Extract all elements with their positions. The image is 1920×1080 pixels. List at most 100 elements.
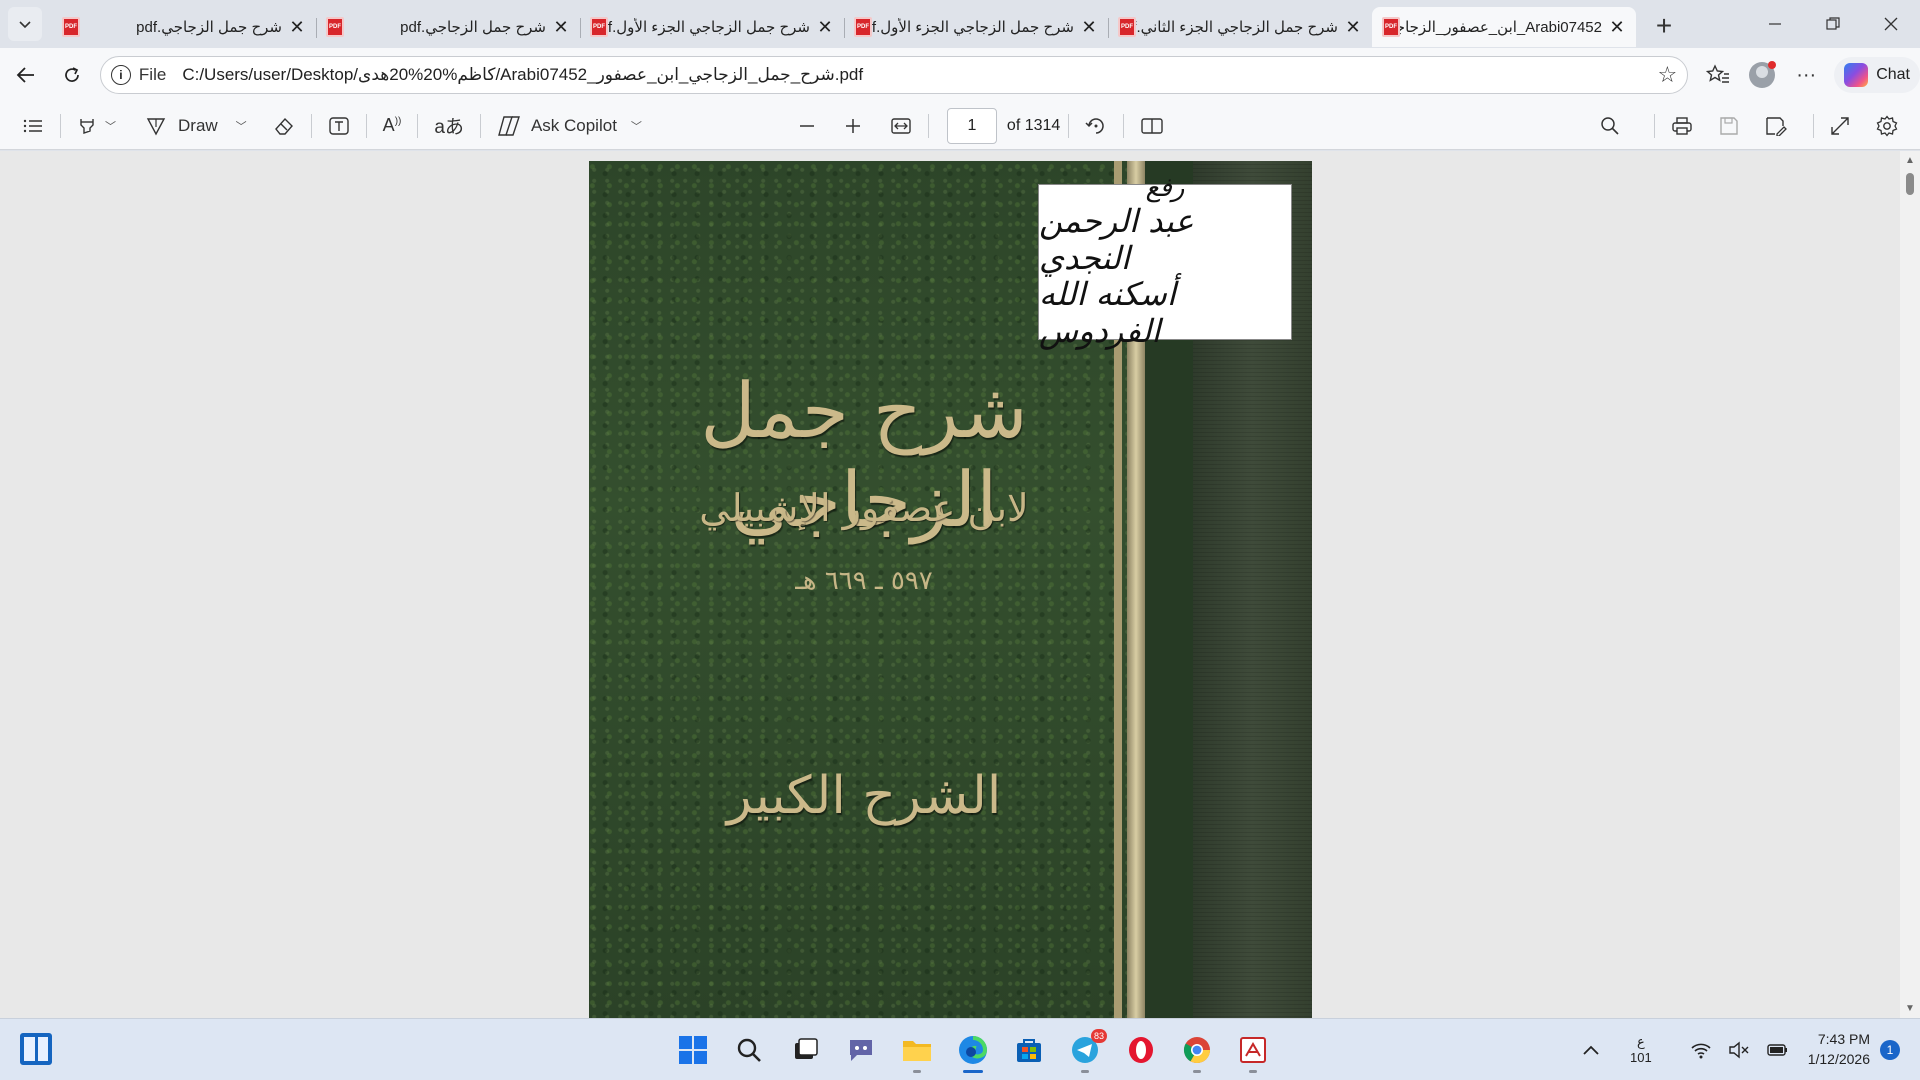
save-as-button[interactable] <box>1757 108 1795 144</box>
zoom-out-button[interactable] <box>790 108 824 144</box>
chevron-down-icon[interactable]: ﹀ <box>236 118 247 134</box>
tab-pdf-4[interactable]: PDF شرح جمل الزجاجي الجزء الأول.pdf ✕ <box>844 7 1108 47</box>
battery-button[interactable] <box>1758 1041 1798 1059</box>
save-button[interactable] <box>1711 108 1747 144</box>
scroll-thumb[interactable] <box>1906 173 1914 195</box>
minimize-button[interactable] <box>1746 0 1804 48</box>
microsoft-store-app[interactable] <box>1001 1025 1057 1075</box>
rotate-icon <box>1085 117 1105 134</box>
chevron-down-icon[interactable]: ﹀ <box>105 118 116 134</box>
file-explorer-app[interactable] <box>889 1025 945 1075</box>
translate-button[interactable]: aあ <box>426 108 472 144</box>
info-icon[interactable]: i <box>110 65 131 85</box>
ime-script: ع <box>1636 1034 1645 1050</box>
reload-button[interactable] <box>52 55 92 95</box>
clock[interactable]: 7:43 PM 1/12/2026 <box>1798 1030 1880 1069</box>
copilot-chat-button[interactable]: Chat <box>1834 57 1920 93</box>
close-tab-button[interactable]: ✕ <box>816 17 834 37</box>
pdf-reader-app[interactable] <box>1225 1025 1281 1075</box>
ask-copilot-button[interactable]: Ask Copilot ﹀ <box>489 108 650 144</box>
chevron-up-icon <box>1583 1045 1599 1055</box>
pdf-viewer[interactable]: رفع عبد الرحمن النجدي أسكنه الله الفردوس… <box>0 151 1900 1018</box>
tab-actions-button[interactable] <box>8 7 42 41</box>
search-button[interactable] <box>1592 108 1628 144</box>
read-aloud-icon: A)) <box>382 115 402 135</box>
more-dots-icon: ··· <box>1796 63 1817 86</box>
contents-button[interactable] <box>14 108 52 144</box>
tab-pdf-active[interactable]: PDF Arabi07452_ابن_عصفور_الزجاجي ✕ <box>1372 7 1636 47</box>
zoom-in-button[interactable] <box>836 108 870 144</box>
divider <box>1654 113 1655 138</box>
vertical-scrollbar[interactable]: ▲ ▼ <box>1900 151 1920 1018</box>
edge-browser-app[interactable] <box>945 1025 1001 1075</box>
opera-app[interactable] <box>1113 1025 1169 1075</box>
close-tab-button[interactable]: ✕ <box>288 17 306 37</box>
search-taskbar-button[interactable] <box>721 1025 777 1075</box>
tab-pdf-2[interactable]: PDF شرح جمل الزجاجي.pdf ✕ <box>316 7 580 47</box>
tab-pdf-5[interactable]: PDF شرح جمل الزجاجي الجزء الثاني.pdf ✕ <box>1108 7 1372 47</box>
back-button[interactable] <box>6 55 46 95</box>
plus-icon <box>845 118 860 133</box>
highlight-button[interactable]: ﹀ <box>69 108 124 144</box>
tab-title: شرح جمل الزجاجي الجزء الثاني.pdf <box>1136 19 1338 36</box>
chrome-app[interactable] <box>1169 1025 1225 1075</box>
printer-icon <box>1672 116 1692 135</box>
task-view-button[interactable] <box>777 1025 833 1075</box>
close-tab-button[interactable]: ✕ <box>1344 17 1362 37</box>
page-number-input[interactable]: 1 <box>946 107 997 144</box>
clock-date: 1/12/2026 <box>1807 1051 1870 1067</box>
divider <box>1813 113 1814 138</box>
fullscreen-button[interactable] <box>1822 108 1858 144</box>
save-disk-icon <box>1720 116 1738 135</box>
favorites-button[interactable] <box>1696 55 1740 95</box>
more-menu-button[interactable]: ··· <box>1784 55 1828 95</box>
rotate-button[interactable] <box>1077 108 1115 144</box>
input-language-button[interactable]: ع 101 <box>1622 1034 1660 1065</box>
divider <box>60 113 61 138</box>
volume-button[interactable] <box>1720 1041 1758 1059</box>
folder-icon <box>903 1041 931 1061</box>
scroll-up-arrow[interactable]: ▲ <box>1905 155 1915 166</box>
add-text-button[interactable] <box>320 108 358 144</box>
notification-center-badge[interactable]: 1 <box>1880 1040 1900 1060</box>
teams-chat-app[interactable] <box>833 1025 889 1075</box>
print-button[interactable] <box>1663 108 1701 144</box>
read-aloud-button[interactable]: A)) <box>375 108 410 144</box>
tab-pdf-1[interactable]: PDF شرح جمل الزجاجي.pdf ✕ <box>52 7 316 47</box>
tab-pdf-3[interactable]: PDF شرح جمل الزجاجي الجزء الأول.pdf ✕ <box>580 7 844 47</box>
address-bar[interactable]: i File C:/Users/user/Desktop/كاظم%20%20ه… <box>99 56 1689 94</box>
telegram-app[interactable]: 83 <box>1057 1025 1113 1075</box>
page-total-label: of 1314 <box>1006 116 1061 134</box>
tab-title: شرح جمل الزجاجي.pdf <box>400 19 546 36</box>
start-button[interactable] <box>665 1025 721 1075</box>
volume-muted-icon <box>1729 1041 1749 1059</box>
close-tab-button[interactable]: ✕ <box>1080 17 1098 37</box>
wifi-icon <box>1691 1043 1711 1059</box>
profile-button[interactable] <box>1740 55 1784 95</box>
url-text[interactable]: C:/Users/user/Desktop/كاظم%20%20هدى/Arab… <box>182 65 1657 85</box>
close-tab-button[interactable]: ✕ <box>1608 17 1626 37</box>
favorite-star-icon[interactable]: ☆ <box>1657 62 1677 88</box>
show-hidden-icons-button[interactable] <box>1574 1044 1608 1056</box>
scroll-down-arrow[interactable]: ▼ <box>1905 1003 1915 1014</box>
erase-button[interactable] <box>265 108 303 144</box>
chevron-down-icon[interactable]: ﹀ <box>631 118 642 134</box>
pdf-settings-button[interactable] <box>1868 108 1906 144</box>
fit-to-width-button[interactable] <box>882 108 920 144</box>
new-tab-button[interactable]: + <box>1646 8 1682 44</box>
favorites-list-icon <box>1706 64 1730 83</box>
network-button[interactable] <box>1682 1041 1720 1059</box>
back-arrow-icon <box>16 67 34 83</box>
save-as-icon <box>1766 116 1787 136</box>
close-window-button[interactable] <box>1862 0 1920 48</box>
minimize-icon <box>1769 23 1781 25</box>
browser-actions: ··· Chat <box>1696 55 1920 95</box>
draw-button[interactable]: Draw ﹀ <box>138 108 255 144</box>
restore-button[interactable] <box>1804 0 1862 48</box>
close-tab-button[interactable]: ✕ <box>552 17 570 37</box>
notification-dot <box>1768 61 1777 69</box>
browser-window: PDF شرح جمل الزجاجي.pdf ✕ PDF شرح جمل ال… <box>0 0 1920 1080</box>
page-view-button[interactable] <box>1132 108 1172 144</box>
gear-icon <box>1876 114 1898 137</box>
widgets-icon[interactable] <box>20 1033 52 1065</box>
